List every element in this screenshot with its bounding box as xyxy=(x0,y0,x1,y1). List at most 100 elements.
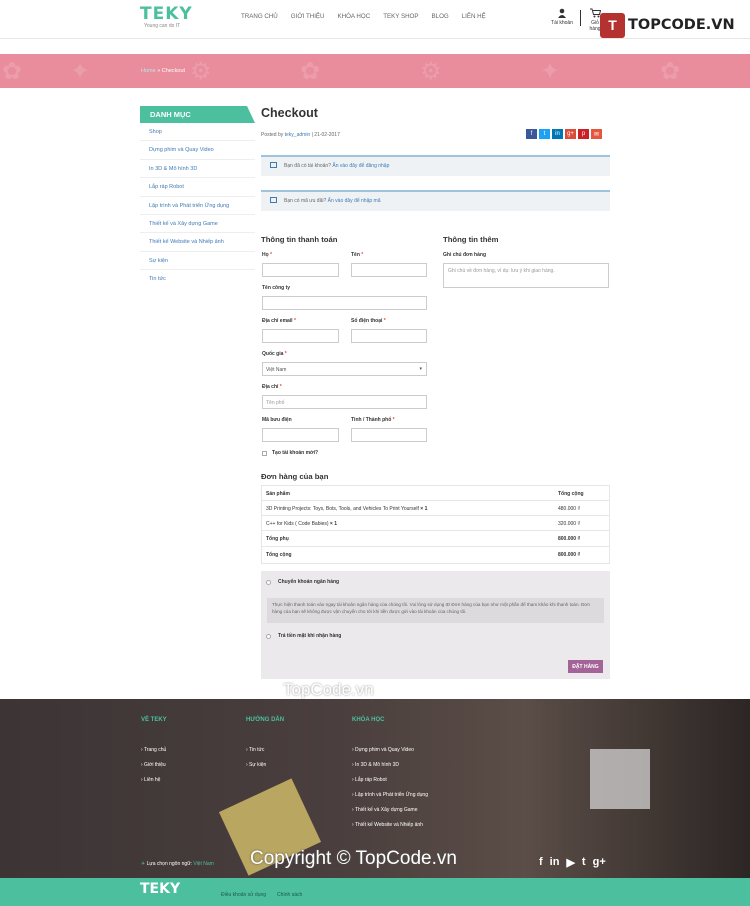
order-notes-textarea[interactable]: Ghi chú về đơn hàng, ví dụ: lưu ý khi gi… xyxy=(443,263,609,288)
site-logo[interactable]: TEKY Young can do IT xyxy=(140,5,192,31)
sidebar-item-video[interactable]: Dựng phim và Quay Video xyxy=(140,141,255,160)
footer-link-news[interactable]: › Tin tức xyxy=(246,747,264,753)
post-date: | 21-02-2017 xyxy=(310,132,340,138)
billing-title: Thông tin thanh toán xyxy=(261,235,338,244)
nav-item-contact[interactable]: LIÊN HỆ xyxy=(462,13,486,20)
sidebar-item-shop[interactable]: Shop xyxy=(140,123,255,142)
footer-social: f in ▶ t g+ xyxy=(539,856,613,869)
company-label: Tên công ty xyxy=(262,285,291,291)
policy-link[interactable]: Chính sách xyxy=(277,892,302,898)
footer-link-course[interactable]: › Dựng phim và Quay Video xyxy=(352,747,414,753)
place-order-button[interactable]: ĐẶT HÀNG xyxy=(568,660,603,673)
product-qty: × 1 xyxy=(328,521,338,527)
payment-option-bank[interactable]: Chuyển khoản ngân hàng xyxy=(266,579,339,585)
watermark-copyright: Copyright © TopCode.vn xyxy=(250,848,457,869)
phone-field[interactable] xyxy=(351,329,427,343)
user-icon xyxy=(558,8,566,18)
googleplus-share-icon[interactable]: g+ xyxy=(565,129,576,139)
footer-link-course[interactable]: › Lập trình và Phát triển Ứng dụng xyxy=(352,792,428,798)
footer-paper-image xyxy=(590,749,650,809)
nav-item-home[interactable]: TRANG CHỦ xyxy=(241,13,278,20)
subtotal-value: 800.000 ₫ xyxy=(558,536,581,542)
sidebar-title: DANH MỤC xyxy=(140,106,255,123)
col-total-header: Tổng cộng xyxy=(558,491,584,497)
footer-link-about[interactable]: › Giới thiệu xyxy=(141,762,166,768)
sidebar-item-3d[interactable]: In 3D & Mô hình 3D xyxy=(140,160,255,179)
city-input[interactable] xyxy=(351,428,427,442)
watermark-top: TopCode.vn xyxy=(283,680,374,699)
breadcrumb: Home » Checkout xyxy=(141,68,185,74)
footer-link-course[interactable]: › Thiết kế Website và Nhiếp ảnh xyxy=(352,822,423,828)
product-name: C++ for Kids ( Code Babies) xyxy=(266,521,329,527)
breadcrumb-home[interactable]: Home xyxy=(141,68,156,74)
order-notes-label: Ghi chú đơn hàng xyxy=(443,252,486,258)
facebook-icon[interactable]: f xyxy=(539,856,543,869)
terms-link[interactable]: Điều khoản sử dụng xyxy=(221,892,266,898)
first-name-input[interactable] xyxy=(351,263,427,277)
footer-link-course[interactable]: › Lắp ráp Robot xyxy=(352,777,387,783)
dropdown-arrow-icon: ▾ xyxy=(419,366,422,372)
postcode-input[interactable] xyxy=(262,428,339,442)
create-account-checkbox[interactable]: Tạo tài khoản mới? xyxy=(262,450,318,456)
facebook-share-icon[interactable]: f xyxy=(526,129,537,139)
footer-link-course[interactable]: › In 3D & Mô hình 3D xyxy=(352,762,399,768)
sidebar-item-programming[interactable]: Lập trình và Phát triển Ứng dụng xyxy=(140,197,255,215)
nav-item-blog[interactable]: BLOG xyxy=(432,13,449,20)
twitter-icon[interactable]: t xyxy=(582,856,586,869)
account-label: Tài khoản xyxy=(551,20,573,26)
subtotal-label: Tổng phụ xyxy=(266,536,289,542)
pattern-icon: ✿ xyxy=(660,58,681,85)
account-link[interactable]: Tài khoản xyxy=(549,8,575,26)
language-selector[interactable]: ✈ Lựa chọn ngôn ngữ: Việt Nam xyxy=(141,861,214,867)
footer-link-home[interactable]: › Trang chủ xyxy=(141,747,166,753)
email-field[interactable] xyxy=(262,329,339,343)
googleplus-icon[interactable]: g+ xyxy=(593,856,606,869)
page-title: Checkout xyxy=(261,106,318,120)
product-qty: × 1 xyxy=(418,506,428,512)
sidebar-item-events[interactable]: Sự kiện xyxy=(140,252,255,271)
col-product-header: Sản phẩm xyxy=(266,491,290,497)
posted-by-label: Posted by xyxy=(261,132,284,138)
first-name-label: Tên * xyxy=(351,252,364,258)
window-icon xyxy=(270,162,277,168)
total-value: 800.000 ₫ xyxy=(558,552,581,558)
youtube-icon[interactable]: ▶ xyxy=(566,856,574,869)
footer-link-contact[interactable]: › Liên hệ xyxy=(141,777,160,783)
coupon-link[interactable]: Ấn vào đây để nhập mã xyxy=(328,198,381,204)
linkedin-share-icon[interactable]: in xyxy=(552,129,563,139)
footer-link-events[interactable]: › Sự kiện xyxy=(246,762,266,768)
product-name: 3D Printing Projects: Toys, Bots, Tools,… xyxy=(266,506,419,512)
window-icon xyxy=(270,197,277,203)
address-input[interactable]: Tên phố xyxy=(262,395,427,409)
address-label: Địa chỉ * xyxy=(262,384,282,390)
additional-title: Thông tin thêm xyxy=(443,235,499,244)
email-label: Địa chỉ email * xyxy=(262,318,296,324)
footer-logo[interactable]: TEKY xyxy=(140,881,180,897)
nav-item-about[interactable]: GIỚI THIỆU xyxy=(291,13,325,20)
bank-transfer-label: Chuyển khoản ngân hàng xyxy=(278,579,340,585)
nav-item-courses[interactable]: KHÓA HỌC xyxy=(338,13,371,20)
sidebar-item-robot[interactable]: Lắp ráp Robot xyxy=(140,178,255,197)
email-share-icon[interactable]: ✉ xyxy=(591,129,602,139)
last-name-input[interactable] xyxy=(262,263,339,277)
sidebar-item-news[interactable]: Tin tức xyxy=(140,270,255,288)
payment-option-cod[interactable]: Trả tiền mặt khi nhận hàng xyxy=(266,633,341,639)
login-link[interactable]: Ấn vào đây để đăng nhập xyxy=(332,163,389,169)
country-select[interactable]: Việt Nam ▾ xyxy=(262,362,427,376)
sidebar-item-game[interactable]: Thiết kế và Xây dựng Game xyxy=(140,215,255,234)
cart-icon xyxy=(589,8,601,18)
create-account-label: Tạo tài khoản mới? xyxy=(272,450,319,456)
coupon-notice: Bạn có mã ưu đãi? Ấn vào đây để nhập mã xyxy=(261,190,610,211)
nav-item-shop[interactable]: TEKY SHOP xyxy=(383,13,418,20)
linkedin-icon[interactable]: in xyxy=(550,856,560,869)
product-total: 320.000 ₫ xyxy=(558,521,581,527)
twitter-share-icon[interactable]: t xyxy=(539,129,550,139)
login-notice-text: Bạn đã có tài khoản? xyxy=(284,163,333,169)
author-link[interactable]: teky_admin xyxy=(285,132,311,138)
sidebar-item-web[interactable]: Thiết kế Website và Nhiếp ảnh xyxy=(140,233,255,252)
footer-link-course[interactable]: › Thiết kế và Xây dựng Game xyxy=(352,807,418,813)
pinterest-share-icon[interactable]: p xyxy=(578,129,589,139)
company-input[interactable] xyxy=(262,296,427,310)
radio-button xyxy=(266,579,271,585)
globe-icon: ✈ xyxy=(141,861,146,867)
